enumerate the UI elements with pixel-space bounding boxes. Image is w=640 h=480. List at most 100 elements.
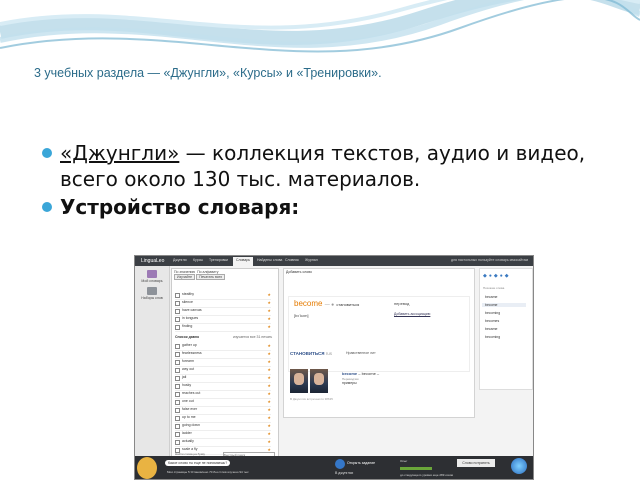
- star-icon[interactable]: ★: [267, 300, 271, 305]
- similar-word-item[interactable]: becomes: [485, 319, 499, 323]
- star-icon[interactable]: ★: [267, 431, 271, 436]
- star-icon[interactable]: ★: [267, 359, 271, 364]
- nav-label: Мой словарь: [141, 279, 163, 283]
- word-checkbox[interactable]: [175, 416, 180, 421]
- translation-source[interactable]: Нравственное лит: [346, 351, 376, 355]
- tab-dictionary[interactable]: Словарь: [233, 257, 254, 266]
- association-photo[interactable]: [290, 369, 308, 393]
- mascot-bubble[interactable]: Какое слово ты еще не понимаешь?: [165, 460, 231, 466]
- share-icons[interactable]: ◆●◆●◆: [483, 273, 511, 279]
- word-list-tabs: По значению По алфавиту Изучайте Печатать…: [174, 270, 226, 280]
- word-checkbox[interactable]: [175, 352, 180, 357]
- word-checkbox[interactable]: [175, 309, 180, 314]
- spend-word-button[interactable]: Слово потратить: [457, 459, 495, 467]
- tab-training[interactable]: Тренировки: [209, 258, 228, 262]
- word-text: forearm: [182, 359, 195, 363]
- word-checkbox[interactable]: [175, 325, 180, 330]
- star-icon[interactable]: ★: [267, 367, 271, 372]
- star-icon[interactable]: ★: [267, 439, 271, 444]
- star-icon[interactable]: ★: [267, 407, 271, 412]
- word-group-count[interactable]: изучается все 31 печать: [233, 335, 272, 339]
- word-translation: становиться: [336, 302, 360, 307]
- app-topbar: LinguaLeo Джунгли Курсы Тренировки Слова…: [135, 256, 533, 266]
- star-icon[interactable]: ★: [267, 375, 271, 380]
- star-icon[interactable]: ★: [267, 351, 271, 356]
- tab-jungle[interactable]: Джунгли: [173, 258, 187, 262]
- bullet-jungle: «Джунгли» — коллекция текстов, аудио и в…: [40, 140, 620, 192]
- example-block: become – become – Переводчик примеры: [342, 371, 380, 385]
- progress-label: Опыт: [400, 459, 408, 463]
- nav-my-dictionary[interactable]: Мой словарь: [135, 270, 169, 283]
- similar-words-panel: ◆●◆●◆ Похожие слова became become becoming…: [479, 268, 533, 390]
- tab-journal[interactable]: Журнал: [305, 258, 318, 262]
- star-icon[interactable]: ★: [267, 292, 271, 297]
- star-icon[interactable]: ★: [267, 316, 271, 321]
- association-photo[interactable]: [310, 369, 328, 393]
- star-icon[interactable]: ★: [267, 391, 271, 396]
- jungle-occurrences: В Джунглях встречается 38635: [290, 397, 333, 401]
- star-icon[interactable]: ★: [267, 343, 271, 348]
- word-checkbox[interactable]: [175, 408, 180, 413]
- app-logo[interactable]: LinguaLeo: [141, 258, 164, 264]
- tab-found-words[interactable]: Найдены слова: [257, 258, 282, 262]
- word-checkbox[interactable]: [175, 360, 180, 365]
- word-text: fearlessness: [182, 351, 202, 355]
- similar-word-item[interactable]: becoming: [485, 311, 500, 315]
- word-row[interactable]: finding ★: [175, 323, 271, 332]
- word-checkbox[interactable]: [175, 344, 180, 349]
- word-checkbox[interactable]: [175, 384, 180, 389]
- similar-word-item[interactable]: became: [485, 295, 497, 299]
- word-checkbox[interactable]: [175, 400, 180, 405]
- word-checkbox[interactable]: [175, 317, 180, 322]
- nav-label: Наборы слов: [141, 296, 163, 300]
- word-checkbox[interactable]: [175, 293, 180, 298]
- print-button[interactable]: Печатать всех: [196, 274, 226, 280]
- bullet-icon: [42, 202, 52, 212]
- word-text: jail: [182, 375, 187, 379]
- word-transcription: [bɪˈkʌm]: [294, 313, 309, 318]
- star-icon[interactable]: ★: [267, 383, 271, 388]
- globe-icon[interactable]: [511, 458, 527, 474]
- word-checkbox[interactable]: [175, 301, 180, 306]
- word-text: finding: [182, 324, 193, 328]
- left-nav: Мой словарь Наборы слов: [135, 266, 170, 471]
- tab-glossary[interactable]: Словник: [285, 258, 299, 262]
- globe-icon: [335, 459, 345, 469]
- word-checkbox[interactable]: [175, 392, 180, 397]
- study-button[interactable]: Изучайте: [174, 274, 196, 280]
- word-group-header: Список давно изучается все 31 печать: [175, 335, 273, 339]
- jungle-link[interactable]: «Джунгли»: [60, 141, 179, 165]
- word-text: up to me: [182, 415, 196, 419]
- alt-translation[interactable]: перевод: [394, 301, 409, 306]
- star-icon[interactable]: ★: [267, 399, 271, 404]
- similar-word-item[interactable]: became: [485, 327, 497, 331]
- word-checkbox[interactable]: [175, 368, 180, 373]
- tab-courses[interactable]: Курсы: [193, 258, 203, 262]
- word-text: have canvas: [182, 308, 202, 312]
- star-icon[interactable]: ★: [267, 324, 271, 329]
- star-icon[interactable]: ★: [267, 415, 271, 420]
- word-checkbox[interactable]: [175, 440, 180, 445]
- word-checkbox[interactable]: [175, 424, 180, 429]
- star-icon[interactable]: ★: [267, 423, 271, 428]
- bullet-list: «Джунгли» — коллекция текстов, аудио и в…: [40, 140, 620, 222]
- association-photos: [290, 369, 330, 395]
- dictionary-icon: [147, 270, 157, 278]
- word-list-panel: По значению По алфавиту Изучайте Печатать…: [171, 268, 279, 463]
- dictionary-screenshot: LinguaLeo Джунгли Курсы Тренировки Слова…: [134, 255, 534, 480]
- word-checkbox[interactable]: [175, 432, 180, 437]
- word-checkbox[interactable]: [175, 376, 180, 381]
- bullet-text: Устройство словаря:: [60, 195, 300, 219]
- nav-word-sets[interactable]: Наборы слов: [135, 287, 169, 300]
- lion-mascot-icon[interactable]: [137, 457, 157, 479]
- examples-link[interactable]: примеры: [342, 381, 357, 385]
- task-widget[interactable]: Открыть задание В джунглях: [335, 458, 395, 475]
- star-icon[interactable]: ★: [267, 308, 271, 313]
- word-header: become — ● становиться: [294, 299, 359, 308]
- similar-words-header: Похожие слова: [483, 286, 505, 290]
- add-word-link[interactable]: Добавить слово: [286, 270, 312, 274]
- similar-word-item[interactable]: become: [482, 303, 526, 307]
- similar-word-item[interactable]: becoming: [485, 335, 500, 339]
- word-text: reaches out: [182, 391, 201, 395]
- add-association-link[interactable]: Добавить ассоциацию: [394, 312, 430, 316]
